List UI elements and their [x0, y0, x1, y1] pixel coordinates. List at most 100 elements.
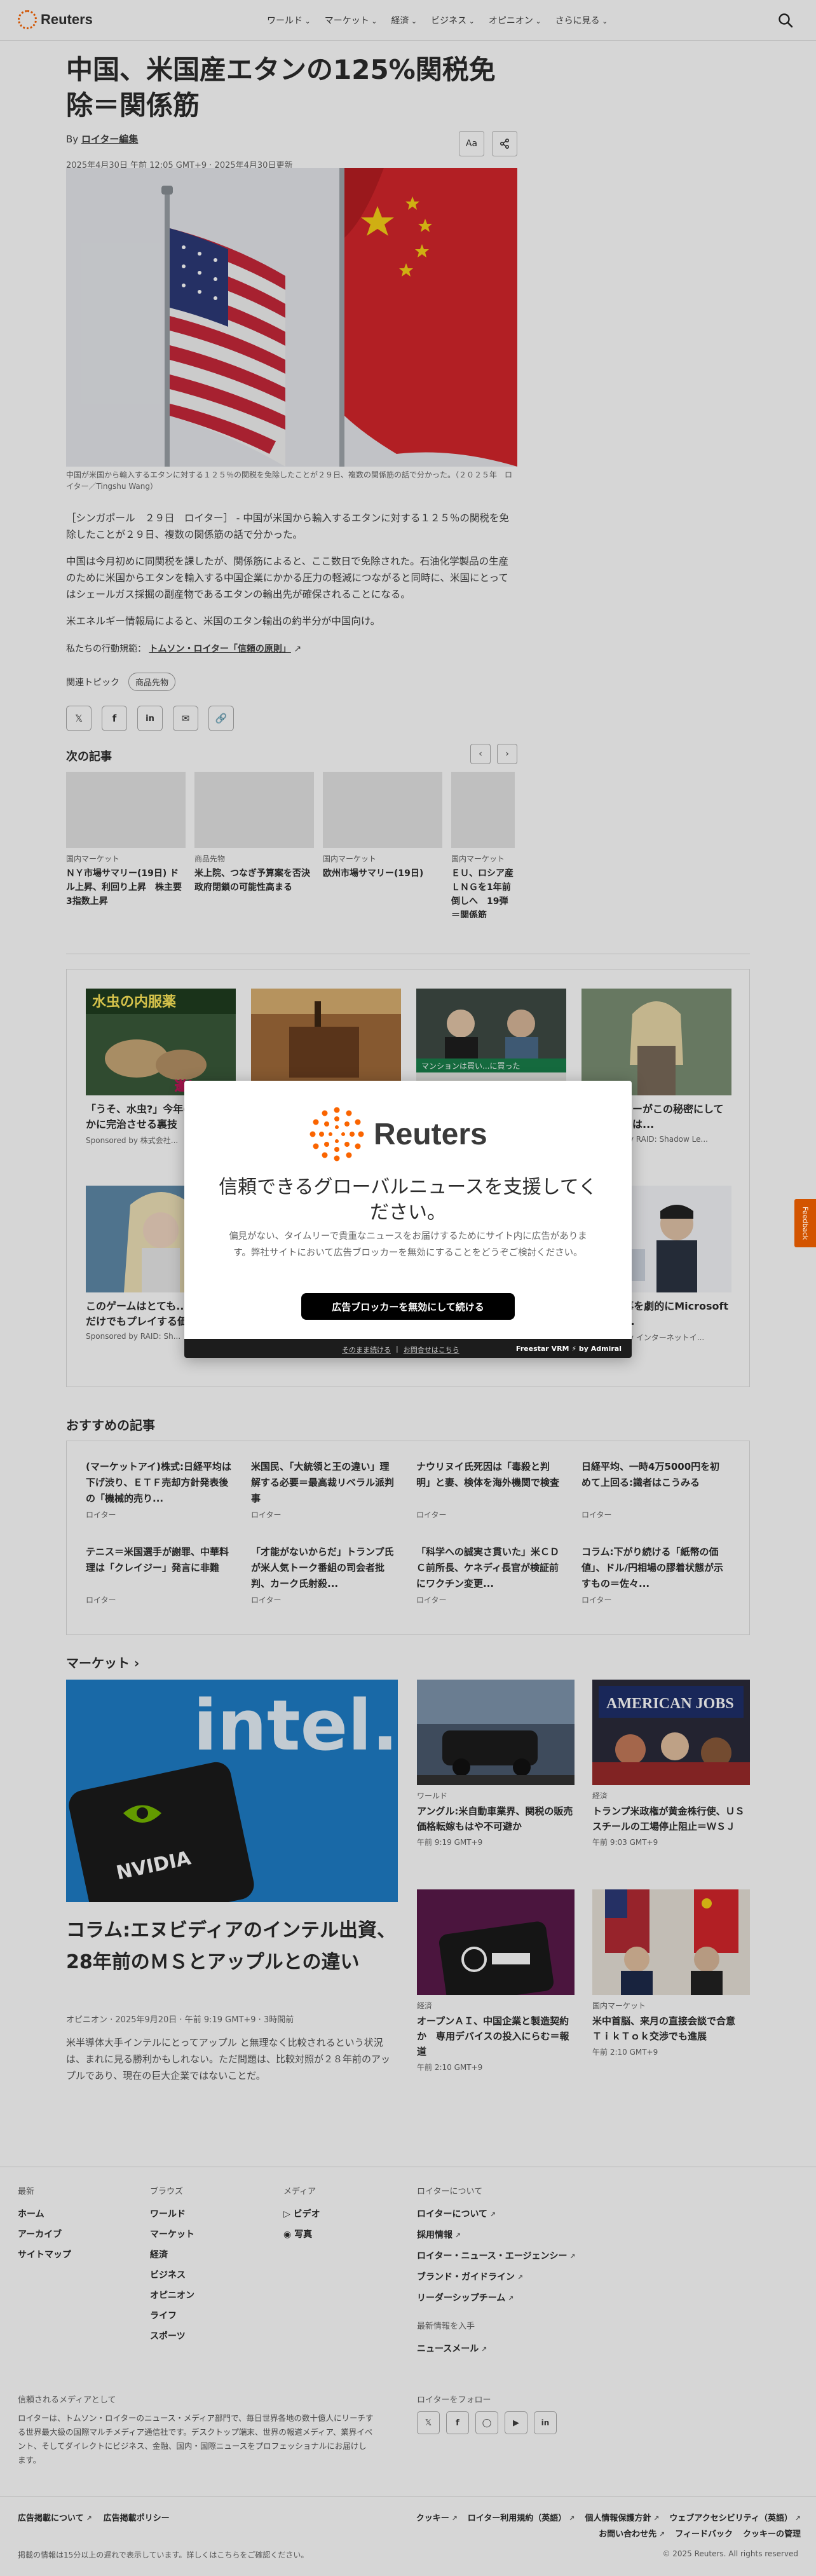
markets-hero-image[interactable]: intel. NVIDIA — [66, 1680, 398, 1902]
footer-col-about: ロイターについて ロイターについて 採用情報 ロイター・ニュース・エージェンシー… — [417, 2184, 576, 2360]
markets-card-headline[interactable]: 米中首脳、来月の直接会談で合意 ＴｉｋＴｏｋ交渉でも進展 — [592, 2013, 750, 2044]
recommended-headline[interactable]: コラム:下がり続ける「紙幣の価値」、ドル/円相場の膠着状態が示すもの＝佐々... — [581, 1544, 728, 1592]
markets-card-kicker: 国内マーケット — [592, 2001, 646, 2010]
nav-item-business[interactable]: ビジネス — [431, 14, 475, 27]
recommended-headline[interactable]: 米国民、「大統領と王の違い」理解する必要＝最高裁リベラル派判事 — [251, 1459, 397, 1507]
recommended-headline[interactable]: 日経平均、一時4万5000円を初めて上回る:識者はこうみる — [581, 1459, 728, 1507]
footer-link[interactable]: アーカイブ — [18, 2224, 71, 2245]
byline-author-link[interactable]: ロイター編集 — [81, 134, 138, 145]
markets-hero-headline[interactable]: コラム:エヌビディアのインテル出資、28年前のＭＳとアップルとの違い — [66, 1915, 398, 1978]
footer-link[interactable]: ライフ — [150, 2306, 194, 2326]
card-headline[interactable]: ＥＵ、ロシア産ＬＮＧを1年前倒しへ 19弾＝関係筋 — [451, 867, 515, 918]
recommended-item[interactable]: (マーケットアイ)株式:日経平均は下げ渋り、ＥＴＦ売却方針発表後の「機械的売り.… — [86, 1459, 232, 1520]
footer-legal-link[interactable]: 個人情報保護方針 — [585, 2511, 659, 2523]
footer-legal-link[interactable]: 広告掲載について — [18, 2511, 92, 2523]
text-size-button[interactable]: Aa — [459, 131, 484, 156]
footer-legal-link[interactable]: クッキーの管理 — [743, 2527, 801, 2539]
markets-card-headline[interactable]: アングル:米自動車業界、関税の販売価格転嫁もはや不可避か — [417, 1804, 575, 1834]
disable-adblocker-button[interactable]: 広告ブロッカーを無効にして続ける — [301, 1293, 515, 1320]
markets-card[interactable]: 経済 オープンＡＩ、中国企業と製造契約か 専用デバイスの投入にらむ＝報道 午前 … — [417, 1889, 575, 2072]
x-share-button[interactable]: 𝕏 — [66, 706, 92, 731]
footer-link[interactable]: ロイターについて — [417, 2204, 576, 2225]
footer-link[interactable]: ビジネス — [150, 2265, 194, 2285]
markets-hero-description: 米半導体大手インテルにとってアップル と無理なく比較されるという状況は、まれに見… — [66, 2037, 391, 2081]
markets-card[interactable]: 国内マーケット 米中首脳、来月の直接会談で合意 ＴｉｋＴｏｋ交渉でも進展 午前 … — [592, 1889, 750, 2057]
carousel-next-button[interactable]: › — [497, 744, 517, 764]
contact-link[interactable]: お問合せはこちら — [404, 1345, 459, 1355]
reuters-logo[interactable]: Reuters — [18, 10, 93, 29]
trust-principles-link[interactable]: トムソン・ロイター「信頼の原則」 — [149, 644, 290, 654]
markets-card[interactable]: ワールド アングル:米自動車業界、関税の販売価格転嫁もはや不可避か 午前 9:1… — [417, 1680, 575, 1847]
recommended-headline[interactable]: 「科学への誠実さ貫いた」米ＣＤＣ前所長、ケネディ長官が検証前にワクチン変更... — [416, 1544, 562, 1592]
feedback-tab[interactable]: Feedback — [794, 1199, 816, 1247]
footer-link[interactable]: ワールド — [150, 2204, 194, 2224]
article-headline: 中国、米国産エタンの125%関税免除＝関係筋 — [66, 54, 496, 121]
markets-card-headline[interactable]: オープンＡＩ、中国企業と製造契約か 専用デバイスの投入にらむ＝報道 — [417, 2013, 575, 2059]
recommended-headline[interactable]: 「才能がないからだ」トランプ氏が米人気トーク番組の司会者批判、カーク氏射殺... — [251, 1544, 397, 1592]
card-headline[interactable]: 欧州市場サマリー(19日) — [323, 867, 442, 880]
card-headline[interactable]: ＮＹ市場サマリー(19日) ドル上昇、利回り上昇 株主要3指数上昇 — [66, 867, 186, 908]
next-article-card[interactable]: 国内マーケット 欧州市場サマリー(19日) — [323, 772, 442, 918]
recommended-item[interactable]: 「科学への誠実さ貫いた」米ＣＤＣ前所長、ケネディ長官が検証前にワクチン変更...… — [416, 1544, 562, 1605]
facebook-share-button[interactable]: f — [102, 706, 127, 731]
topic-pill[interactable]: 商品先物 — [128, 673, 176, 691]
next-article-card[interactable]: 商品先物 米上院、つなぎ予算案を否決 政府閉鎖の可能性高まる — [194, 772, 319, 918]
footer-link[interactable]: スポーツ — [150, 2326, 194, 2346]
recommended-item[interactable]: テニス＝米国選手が謝罪、中華料理は「クレイジー」発言に非難 ロイター — [86, 1544, 232, 1605]
footer-link[interactable]: ホーム — [18, 2204, 71, 2224]
markets-card[interactable]: AMERICAN JOBS 経済 トランプ米政権が黄金株行使、ＵＳスチールの工場… — [592, 1680, 750, 1847]
next-article-card[interactable]: 国内マーケット ＥＵ、ロシア産ＬＮＧを1年前倒しへ 19弾＝関係筋 — [451, 772, 515, 918]
footer-link[interactable]: ニュースメール — [417, 2339, 576, 2360]
footer-legal-link[interactable]: お問い合わせ先 — [599, 2527, 665, 2539]
recommended-item[interactable]: ナウリヌイ氏死因は「毒殺と判明」と妻、検体を海外機関で検査 ロイター — [416, 1459, 562, 1520]
recommended-headline[interactable]: ナウリヌイ氏死因は「毒殺と判明」と妻、検体を海外機関で検査 — [416, 1459, 562, 1507]
markets-section-link[interactable]: マーケット › — [66, 1653, 139, 1671]
recommended-item[interactable]: 日経平均、一時4万5000円を初めて上回る:識者はこうみる ロイター — [581, 1459, 728, 1520]
linkedin-share-button[interactable]: in — [137, 706, 163, 731]
linkedin-link-button[interactable]: in — [534, 2411, 557, 2434]
nav-item-world[interactable]: ワールド — [267, 14, 311, 27]
instagram-link-button[interactable]: ◯ — [475, 2411, 498, 2434]
search-icon[interactable] — [777, 11, 794, 29]
footer-link[interactable]: ブランド・ガイドライン — [417, 2267, 576, 2288]
recommended-source: ロイター — [251, 1596, 282, 1605]
share-button[interactable] — [492, 131, 517, 156]
card-headline[interactable]: 米上院、つなぎ予算案を否決 政府閉鎖の可能性高まる — [194, 867, 319, 894]
next-article-card[interactable]: 国内マーケット ＮＹ市場サマリー(19日) ドル上昇、利回り上昇 株主要3指数上… — [66, 772, 186, 918]
email-share-button[interactable]: ✉ — [173, 706, 198, 731]
recommended-headline[interactable]: (マーケットアイ)株式:日経平均は下げ渋り、ＥＴＦ売却方針発表後の「機械的売り.… — [86, 1459, 232, 1507]
x-link-button[interactable]: 𝕏 — [417, 2411, 440, 2434]
footer-link[interactable]: マーケット — [150, 2224, 194, 2245]
youtube-link-button[interactable]: ▶ — [505, 2411, 527, 2434]
footer-legal-link[interactable]: ウェブアクセシビリティ（英語） — [669, 2511, 801, 2523]
footer-link[interactable]: ロイター・ニュース・エージェンシー — [417, 2246, 576, 2267]
footer-link[interactable]: 採用情報 — [417, 2225, 576, 2246]
nav-item-markets[interactable]: マーケット — [325, 14, 377, 27]
footer-link[interactable]: 経済 — [150, 2245, 194, 2265]
footer-link[interactable]: リーダーシップチーム — [417, 2288, 576, 2309]
footer-legal-link[interactable]: クッキー — [416, 2511, 458, 2523]
markets-card-image: AMERICAN JOBS — [592, 1680, 750, 1785]
nav-item-more[interactable]: さらに見る — [555, 14, 608, 27]
recommended-item[interactable]: コラム:下がり続ける「紙幣の価値」、ドル/円相場の膠着状態が示すもの＝佐々...… — [581, 1544, 728, 1605]
footer-link-photos[interactable]: ◉ 写真 — [283, 2224, 320, 2245]
footer-legal-link[interactable]: フィードバック — [675, 2527, 733, 2539]
footer-legal-link[interactable]: 広告掲載ポリシー — [104, 2511, 170, 2523]
markets-card-headline[interactable]: トランプ米政権が黄金株行使、ＵＳスチールの工場停止阻止＝ＷＳＪ — [592, 1804, 750, 1834]
facebook-link-button[interactable]: f — [446, 2411, 469, 2434]
recommended-headline[interactable]: テニス＝米国選手が謝罪、中華料理は「クレイジー」発言に非難 — [86, 1544, 232, 1592]
markets-card-time: 午前 2:10 GMT+9 — [592, 2048, 658, 2057]
facebook-icon: f — [112, 713, 117, 724]
freestar-brand[interactable]: Freestar VRM ⚡ by Admiral — [516, 1345, 622, 1353]
carousel-prev-button[interactable]: ‹ — [470, 744, 491, 764]
nav-item-economy[interactable]: 経済 — [391, 14, 417, 27]
footer-legal-link[interactable]: ロイター利用規約（英語） — [468, 2511, 575, 2523]
recommended-item[interactable]: 米国民、「大統領と王の違い」理解する必要＝最高裁リベラル派判事 ロイター — [251, 1459, 397, 1520]
continue-link[interactable]: そのまま続ける — [342, 1345, 391, 1355]
nav-item-opinion[interactable]: オピニオン — [489, 14, 541, 27]
footer-link[interactable]: オピニオン — [150, 2285, 194, 2306]
footer-link[interactable]: サイトマップ — [18, 2245, 71, 2265]
footer-link-video[interactable]: ▷ ビデオ — [283, 2204, 320, 2224]
copy-link-button[interactable]: 🔗 — [208, 706, 234, 731]
recommended-item[interactable]: 「才能がないからだ」トランプ氏が米人気トーク番組の司会者批判、カーク氏射殺...… — [251, 1544, 397, 1605]
